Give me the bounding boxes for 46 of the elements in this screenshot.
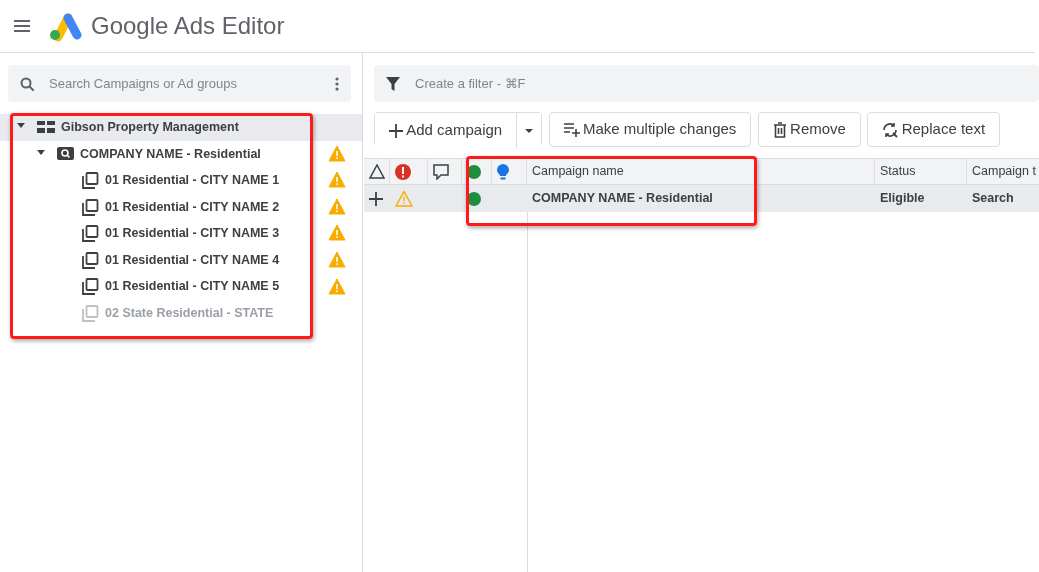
table-cell-text: Search xyxy=(971,190,1015,208)
ad-group-icon xyxy=(82,198,99,216)
tree-item[interactable]: 01 Residential - CITY NAME 1 xyxy=(0,167,362,194)
menu-icon[interactable] xyxy=(14,19,30,33)
table-cell-text: COMPANY NAME - Residential xyxy=(531,190,714,208)
tree-item[interactable]: 01 Residential - CITY NAME 2 xyxy=(0,193,362,221)
toolbar-button[interactable]: Add campaign xyxy=(375,113,517,148)
account-icon xyxy=(37,121,55,134)
tree-item[interactable]: COMPANY NAME - Residential xyxy=(0,140,362,168)
column-header[interactable]: Status xyxy=(875,158,967,185)
ad-group-icon xyxy=(82,251,99,269)
filter-bar[interactable]: Create a filter - ⌘F xyxy=(374,65,1039,102)
toolbar-button[interactable]: Replace text xyxy=(867,112,1001,147)
search-campaign-icon xyxy=(57,147,74,161)
search-field[interactable]: Search Campaigns or Ad groups xyxy=(47,72,322,95)
error-icon[interactable] xyxy=(395,163,411,180)
ad-group-icon xyxy=(82,172,99,189)
search-icon xyxy=(20,76,34,91)
plus-icon xyxy=(389,123,403,138)
tree-item[interactable]: 01 Residential - CITY NAME 4 xyxy=(0,246,362,274)
column-header[interactable]: Campaign name xyxy=(527,158,875,185)
tree-item[interactable]: 01 Residential - CITY NAME 5 xyxy=(0,273,362,301)
caret-icon xyxy=(525,128,534,133)
app-title: Google Ads Editor xyxy=(91,11,285,41)
ad-group-icon xyxy=(82,225,99,243)
table-row[interactable]: COMPANY NAME - Residential Eligible Search xyxy=(364,185,1039,212)
bulb-icon[interactable] xyxy=(497,163,509,180)
multiple-changes-icon xyxy=(563,121,580,138)
table-cell-text: Eligible xyxy=(879,190,926,208)
replace-icon xyxy=(882,121,899,138)
status-dot-icon[interactable] xyxy=(467,164,481,179)
column-header[interactable]: Campaign t xyxy=(967,158,1039,185)
toolbar-button[interactable]: Remove xyxy=(757,112,861,147)
tree-item[interactable]: 01 Residential - CITY NAME 3 xyxy=(0,220,362,247)
toolbar-button[interactable]: Make multiple changes xyxy=(548,112,752,147)
tree-item[interactable]: Gibson Property Management xyxy=(0,114,362,141)
ad-group-icon xyxy=(82,304,99,322)
more-icon[interactable] xyxy=(335,76,339,91)
comment-icon[interactable] xyxy=(433,163,449,180)
dropdown-button[interactable] xyxy=(516,113,542,148)
filter-icon xyxy=(386,76,400,91)
search-bar[interactable]: Search Campaigns or Ad groups xyxy=(8,65,351,102)
filter-field[interactable]: Create a filter - ⌘F xyxy=(413,72,1027,95)
trash-icon xyxy=(772,121,787,138)
ad-group-icon xyxy=(82,278,99,296)
changes-icon[interactable] xyxy=(369,164,385,179)
